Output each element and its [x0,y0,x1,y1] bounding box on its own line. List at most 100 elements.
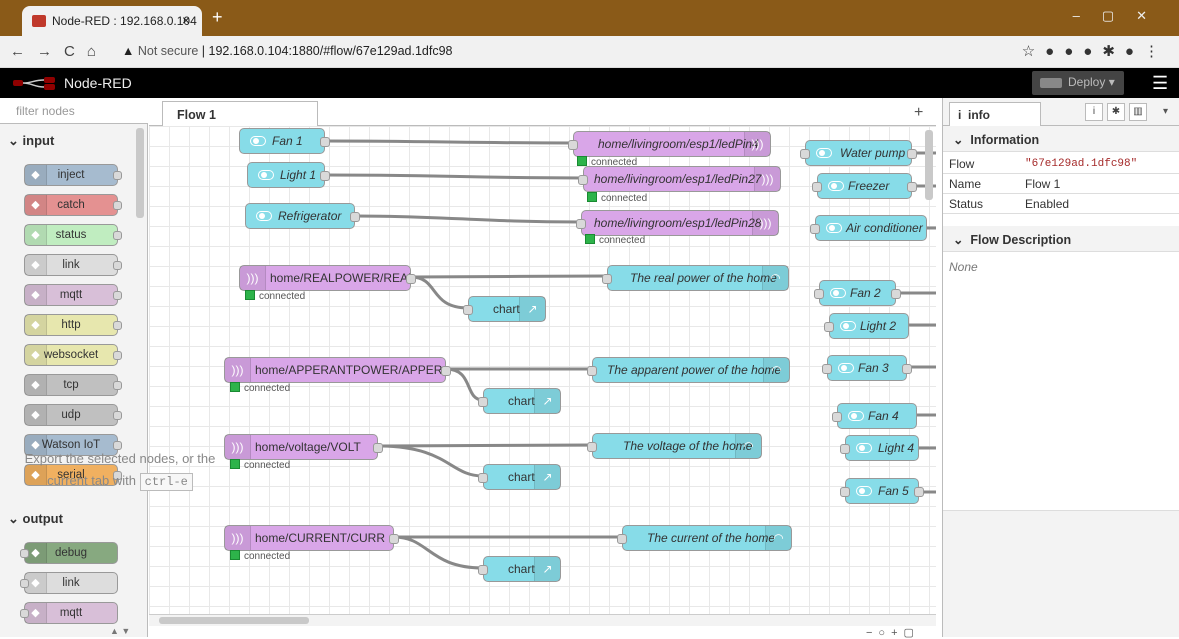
switch-node-fan-1[interactable]: Fan 1 [239,128,330,154]
information-section-header[interactable]: ⌄ Information [943,126,1179,152]
palette-node-tcp[interactable]: ◆ tcp [24,374,122,396]
palette-collapse-controls[interactable]: ▲ ▼ [110,626,130,636]
chart-node-2[interactable]: chart ↗ [478,388,561,414]
scrollbar-thumb[interactable] [159,617,309,624]
palette-scrollbar[interactable] [136,128,144,218]
mqtt-in-node-current[interactable]: ))) home/CURRENT/CURR [224,525,399,551]
window-controls[interactable]: –▢✕ [1073,8,1169,24]
input-port[interactable] [602,274,612,284]
chart-node-3[interactable]: chart ↗ [478,464,561,490]
tab-flow-1[interactable]: Flow 1 [162,101,318,126]
mqtt-out-node-ledpin4[interactable]: home/livingroom/esp1/ledPin4 ))) [568,131,771,157]
output-port[interactable] [320,171,330,181]
debug-tab-icon[interactable]: ✱ [1107,103,1125,121]
output-port[interactable] [902,364,912,374]
url-field[interactable]: ▲ Not secure | 192.168.0.104:1880/#flow/… [122,44,452,58]
switch-node-refrigerator[interactable]: Refrigerator [245,203,360,229]
chevron-down-icon[interactable]: ▾ [1163,106,1168,117]
switch-node-freezer[interactable]: Freezer [812,173,917,199]
mqtt-in-node-realpower[interactable]: ))) home/REALPOWER/REAL [239,265,416,291]
flow-description-section-header[interactable]: ⌄ Flow Description [943,226,1179,252]
palette-node-catch[interactable]: ◆ catch [24,194,122,216]
palette-node-udp[interactable]: ◆ udp [24,404,122,426]
switch-node-light-2[interactable]: Light 2 [824,313,909,339]
input-port[interactable] [568,140,578,150]
switch-node-fan-2[interactable]: Fan 2 [814,280,901,306]
input-port[interactable] [814,289,824,299]
output-port[interactable] [406,274,416,284]
close-tab-icon[interactable]: × [182,12,190,28]
output-port[interactable] [320,137,330,147]
palette-category-input[interactable]: ⌄ input [8,133,54,149]
browser-tab[interactable]: Node-RED : 192.168.0.104 × [22,6,202,36]
tab-info[interactable]: i info [949,102,1041,126]
canvas-vertical-scrollbar[interactable] [925,130,933,200]
output-port[interactable] [891,289,901,299]
input-port[interactable] [578,175,588,185]
palette-node-mqtt[interactable]: ◆ mqtt [24,284,122,306]
switch-node-fan-5[interactable]: Fan 5 [840,478,924,504]
input-port[interactable] [587,442,597,452]
gauge-node-real-power[interactable]: The real power of the home ◠ [602,265,789,291]
input-port[interactable] [587,366,597,376]
input-port[interactable] [812,182,822,192]
output-port[interactable] [907,182,917,192]
input-port[interactable] [810,224,820,234]
new-tab-button[interactable]: + [212,7,223,28]
palette-node-inject[interactable]: ◆ inject [24,164,122,186]
input-port[interactable] [832,412,842,422]
palette-output-node-mqtt[interactable]: ◆ mqtt [20,602,118,624]
chart-node-4[interactable]: chart ↗ [478,556,561,582]
extension-icons[interactable]: ☆●●●✱●⋮ [1022,42,1169,60]
palette-node-http[interactable]: ◆ http [24,314,122,336]
palette-output-node-debug[interactable]: ◆ debug [20,542,118,564]
input-port[interactable] [617,534,627,544]
palette-category-output[interactable]: ⌄ output [8,511,63,527]
palette-node-websocket[interactable]: ◆ websocket [24,344,122,366]
info-tab-icon[interactable]: i [1085,103,1103,121]
flow-canvas[interactable]: Fan 1 Light 1 Refrigerator home/livingro… [149,126,936,614]
gauge-node-voltage[interactable]: The voltage of the home ◠ [587,433,762,459]
input-port[interactable] [478,565,488,575]
input-port[interactable] [478,397,488,407]
input-port[interactable] [463,305,473,315]
switch-node-fan-4[interactable]: Fan 4 [832,403,917,429]
input-port[interactable] [840,444,850,454]
nav-buttons[interactable]: ←→C⌂ [10,43,108,60]
switch-node-fan-3[interactable]: Fan 3 [822,355,912,381]
input-port[interactable] [840,487,850,497]
mqtt-in-node-voltage[interactable]: ))) home/voltage/VOLT [224,434,383,460]
palette-node-link[interactable]: ◆ link [24,254,122,276]
input-port[interactable] [576,219,586,229]
palette-output-node-link[interactable]: ◆ link [20,572,118,594]
canvas-horizontal-scrollbar[interactable] [149,614,936,626]
output-port[interactable] [373,443,383,453]
gauge-node-apparent-power[interactable]: The apparent power of the home ◠ [587,357,790,383]
input-port[interactable] [800,149,810,159]
mqtt-out-node-ledpin27[interactable]: home/livingroom/esp1/ledPin27 ))) [578,166,781,192]
output-port[interactable] [389,534,399,544]
output-port[interactable] [914,487,924,497]
switch-node-light-4[interactable]: Light 4 [840,435,919,461]
switch-node-air-conditioner[interactable]: Air conditioner [810,215,927,241]
output-port[interactable] [907,149,917,159]
add-flow-button[interactable]: + [914,104,923,122]
dashboard-tab-icon[interactable]: ▥ [1129,103,1147,121]
zoom-controls[interactable]: −○+▢ [866,626,920,639]
output-port[interactable] [441,366,451,376]
switch-node-light-1[interactable]: Light 1 [247,162,330,188]
mqtt-in-node-apparent-power[interactable]: ))) home/APPERANTPOWER/APPER [224,357,451,383]
palette-node-status[interactable]: ◆ status [24,224,122,246]
gauge-node-current[interactable]: The current of the home ◠ [617,525,792,551]
deploy-button[interactable]: Deploy ▾ [1032,71,1124,95]
input-port[interactable] [822,364,832,374]
menu-icon[interactable]: ☰ [1152,73,1168,94]
chart-node-1[interactable]: chart ↗ [463,296,546,322]
switch-icon [856,443,872,453]
mqtt-out-node-ledpin28[interactable]: home/livingroom/esp1/ledPin28 ))) [576,210,779,236]
switch-node-water-pump[interactable]: Water pump [800,140,917,166]
input-port[interactable] [824,322,834,332]
input-port[interactable] [478,473,488,483]
output-port[interactable] [350,212,360,222]
filter-nodes-input[interactable]: filter nodes [0,98,148,124]
